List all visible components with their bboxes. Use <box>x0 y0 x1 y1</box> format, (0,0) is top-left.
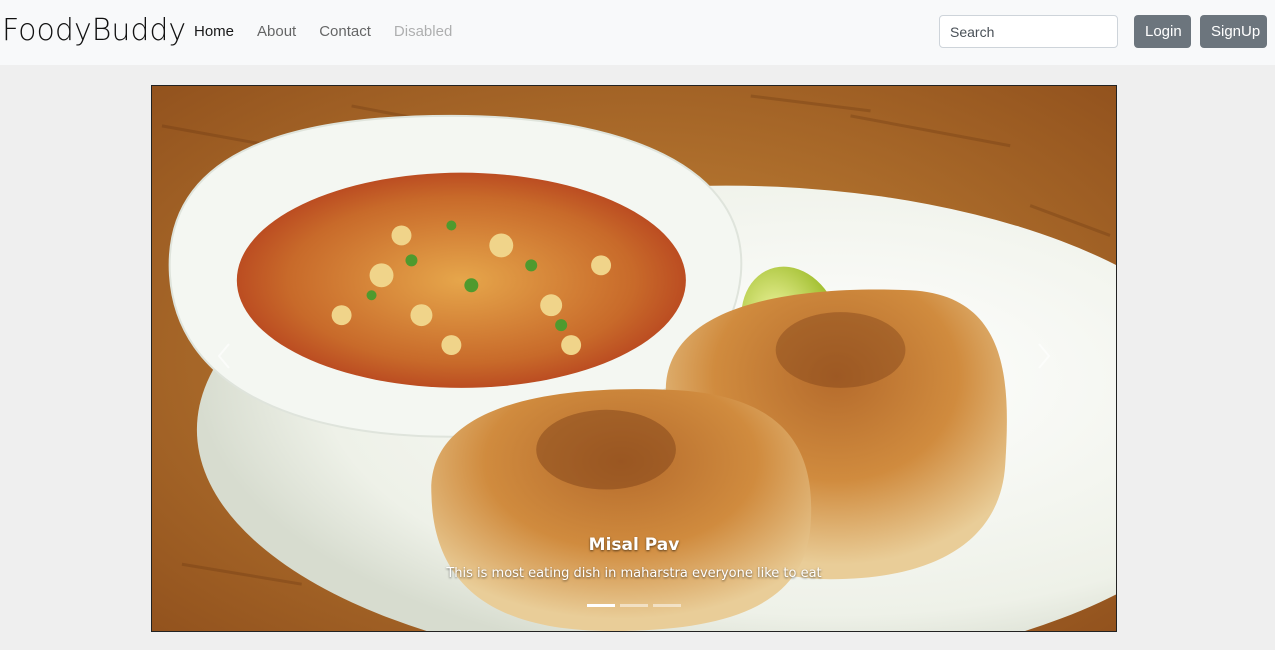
signup-button[interactable]: SignUp <box>1200 15 1267 48</box>
nav-link-disabled: Disabled <box>393 23 453 40</box>
carousel-next-button[interactable] <box>1014 316 1074 396</box>
brand-logo[interactable]: FoodyBuddy <box>2 13 186 48</box>
nav-links: Home About Contact Disabled <box>194 23 475 40</box>
image-carousel: Misal Pav This is most eating dish in ma… <box>151 85 1117 632</box>
carousel-caption-title: Misal Pav <box>588 535 680 555</box>
nav-link-contact[interactable]: Contact <box>319 23 371 40</box>
carousel-caption-text: This is most eating dish in maharstra ev… <box>446 566 822 581</box>
carousel-indicator-1[interactable] <box>587 604 615 607</box>
carousel-indicator-3[interactable] <box>653 604 681 607</box>
carousel-prev-button[interactable] <box>194 316 254 396</box>
carousel-indicators <box>587 604 686 607</box>
carousel-indicator-2[interactable] <box>620 604 648 607</box>
nav-link-about[interactable]: About <box>257 23 296 40</box>
login-button[interactable]: Login <box>1134 15 1191 48</box>
nav-link-home[interactable]: Home <box>194 23 234 40</box>
navbar: FoodyBuddy Home About Contact Disabled L… <box>0 0 1275 65</box>
search-input[interactable] <box>939 15 1118 48</box>
chevron-left-icon <box>217 343 230 369</box>
chevron-right-icon <box>1038 343 1051 369</box>
